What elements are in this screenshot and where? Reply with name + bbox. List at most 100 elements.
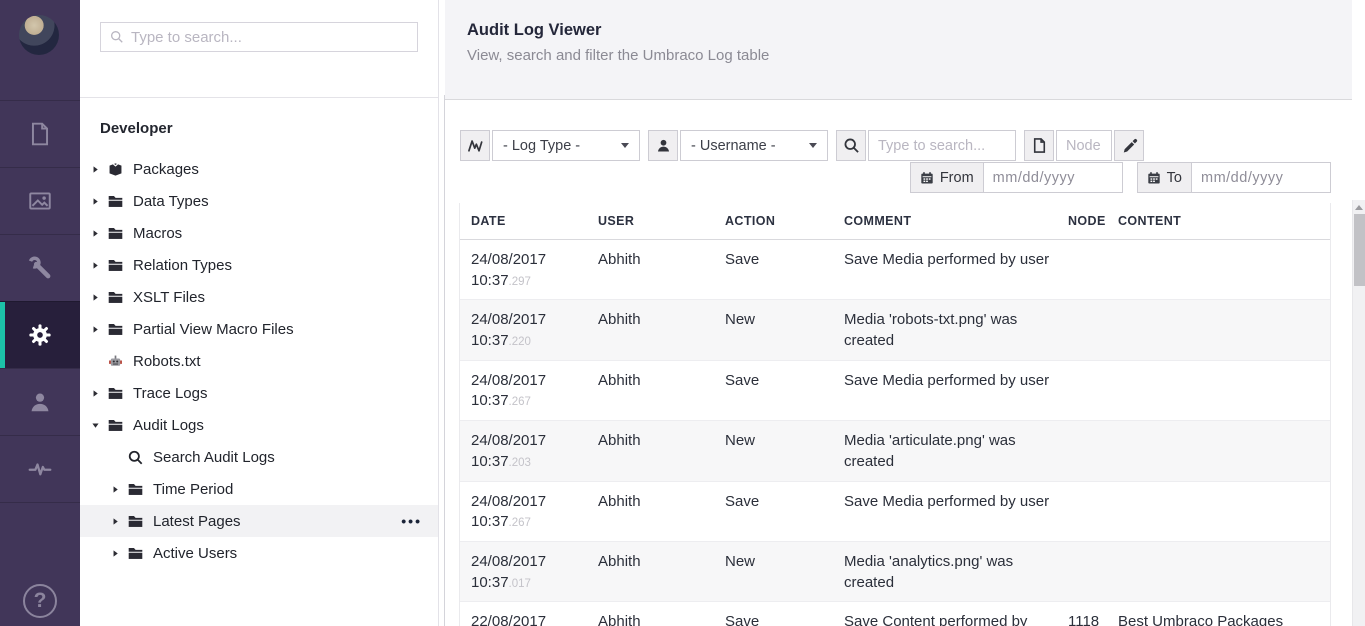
tree-item[interactable]: Time Period	[80, 473, 438, 505]
table-row[interactable]: 24/08/201710:37.267AbhithSaveSave Media …	[460, 361, 1330, 421]
folder-icon	[126, 480, 145, 499]
node-button[interactable]	[1024, 130, 1054, 161]
caret-right-icon[interactable]	[108, 485, 122, 494]
rail-section-image[interactable]	[0, 167, 80, 234]
cell-comment: Save Media performed by user	[833, 250, 1057, 291]
image-icon	[26, 187, 54, 215]
tree-item-label[interactable]: Data Types	[133, 193, 209, 210]
tree-item-label[interactable]: Latest Pages	[153, 513, 241, 530]
scrollbar[interactable]	[1352, 200, 1365, 626]
username-value: - Username -	[691, 138, 776, 154]
ellipsis-icon[interactable]: •••	[401, 513, 422, 529]
table-row[interactable]: 22/08/201717:22.600AbhithSaveSave Conten…	[460, 602, 1330, 626]
date-from-label: From	[940, 170, 974, 186]
username-select[interactable]: - Username -	[680, 130, 828, 161]
tree-item-label[interactable]: Audit Logs	[133, 417, 204, 434]
node-id-input[interactable]	[1056, 130, 1112, 161]
date-from-group: From	[910, 162, 1123, 193]
tree-item-label[interactable]: Active Users	[153, 545, 237, 562]
cell-content	[1107, 310, 1330, 351]
date-to-input[interactable]	[1192, 163, 1330, 192]
caret-down-icon[interactable]	[88, 421, 102, 430]
caret-right-icon[interactable]	[88, 197, 102, 206]
caret-right-icon[interactable]	[88, 229, 102, 238]
tree-item[interactable]: Trace Logs	[80, 377, 438, 409]
rail-section-wrench[interactable]	[0, 234, 80, 301]
cell-comment: Media 'analytics.png' was created	[833, 552, 1057, 593]
package-icon	[106, 160, 125, 179]
cell-date: 24/08/201710:37.017	[460, 552, 587, 593]
caret-right-icon[interactable]	[108, 549, 122, 558]
tree-item-label[interactable]: Macros	[133, 225, 182, 242]
cell-comment: Save Media performed by user	[833, 371, 1057, 412]
cell-content	[1107, 492, 1330, 533]
cell-action: Save	[714, 250, 833, 291]
cell-content	[1107, 552, 1330, 593]
rail-section-user[interactable]	[0, 368, 80, 435]
rail-section-gear[interactable]	[0, 301, 80, 368]
log-type-button[interactable]	[460, 130, 490, 161]
cell-content	[1107, 431, 1330, 472]
table-row[interactable]: 24/08/201710:37.267AbhithSaveSave Media …	[460, 482, 1330, 542]
caret-right-icon[interactable]	[88, 389, 102, 398]
tree-item[interactable]: Robots.txt	[80, 345, 438, 377]
folder-icon	[106, 416, 125, 435]
search-input[interactable]	[868, 130, 1016, 161]
username-button[interactable]	[648, 130, 678, 161]
table-row[interactable]: 24/08/201710:37.297AbhithSaveSave Media …	[460, 240, 1330, 300]
tree-item-label[interactable]: Packages	[133, 161, 199, 178]
rail-section-document[interactable]	[0, 100, 80, 167]
table-row[interactable]: 24/08/201710:37.220AbhithNewMedia 'robot…	[460, 300, 1330, 360]
help-button[interactable]: ?	[0, 584, 80, 618]
cell-action: New	[714, 310, 833, 351]
log-type-select[interactable]: - Log Type -	[492, 130, 640, 161]
cell-comment: Media 'robots-txt.png' was created	[833, 310, 1057, 351]
caret-right-icon[interactable]	[88, 325, 102, 334]
cell-action: Save	[714, 612, 833, 626]
tree-item[interactable]: Relation Types	[80, 249, 438, 281]
cell-user: Abhith	[587, 310, 714, 351]
cell-date: 24/08/201710:37.220	[460, 310, 587, 351]
tree-item-label[interactable]: XSLT Files	[133, 289, 205, 306]
tree-item[interactable]: Latest Pages •••	[80, 505, 438, 537]
tree-search-input[interactable]	[131, 29, 408, 46]
folder-icon	[106, 256, 125, 275]
table-row[interactable]: 24/08/201710:37.017AbhithNewMedia 'analy…	[460, 542, 1330, 602]
tree-item[interactable]: Search Audit Logs	[80, 441, 438, 473]
tree-section-label: Developer	[100, 120, 438, 137]
tree-item[interactable]: Active Users	[80, 537, 438, 569]
tree-item-label[interactable]: Search Audit Logs	[153, 449, 275, 466]
rail-section-pulse[interactable]	[0, 435, 80, 502]
column-header-comment: COMMENT	[833, 214, 1057, 228]
tree-item-label[interactable]: Relation Types	[133, 257, 232, 274]
scrollbar-up-arrow-icon[interactable]	[1355, 205, 1363, 210]
tree-item-label[interactable]: Time Period	[153, 481, 233, 498]
caret-right-icon[interactable]	[108, 517, 122, 526]
table-row[interactable]: 24/08/201710:37.203AbhithNewMedia 'artic…	[460, 421, 1330, 481]
tree-item-label[interactable]: Robots.txt	[133, 353, 201, 370]
date-from-input[interactable]	[984, 163, 1122, 192]
caret-right-icon[interactable]	[88, 261, 102, 270]
folder-icon	[106, 288, 125, 307]
tree-item[interactable]: Macros	[80, 217, 438, 249]
caret-right-icon[interactable]	[88, 165, 102, 174]
panel-splitter[interactable]	[444, 95, 445, 626]
avatar[interactable]	[19, 15, 59, 55]
tree-item[interactable]: Partial View Macro Files	[80, 313, 438, 345]
tree-item[interactable]: Data Types	[80, 185, 438, 217]
tree-item[interactable]: XSLT Files	[80, 281, 438, 313]
tree-search-box[interactable]	[100, 22, 418, 52]
caret-right-icon[interactable]	[88, 293, 102, 302]
main-body: - Log Type - - Username -	[445, 100, 1365, 626]
date-from-label-area: From	[911, 163, 984, 192]
tree-item-label[interactable]: Trace Logs	[133, 385, 207, 402]
tree-search-area	[80, 0, 438, 98]
tree-item[interactable]: Packages	[80, 153, 438, 185]
page-subtitle: View, search and filter the Umbraco Log …	[467, 47, 1352, 64]
tree-item[interactable]: Audit Logs	[80, 409, 438, 441]
column-header-user: USER	[587, 214, 714, 228]
node-picker-button[interactable]	[1114, 130, 1144, 161]
scrollbar-thumb[interactable]	[1354, 214, 1365, 286]
tree-item-label[interactable]: Partial View Macro Files	[133, 321, 294, 338]
search-button[interactable]	[836, 130, 866, 161]
